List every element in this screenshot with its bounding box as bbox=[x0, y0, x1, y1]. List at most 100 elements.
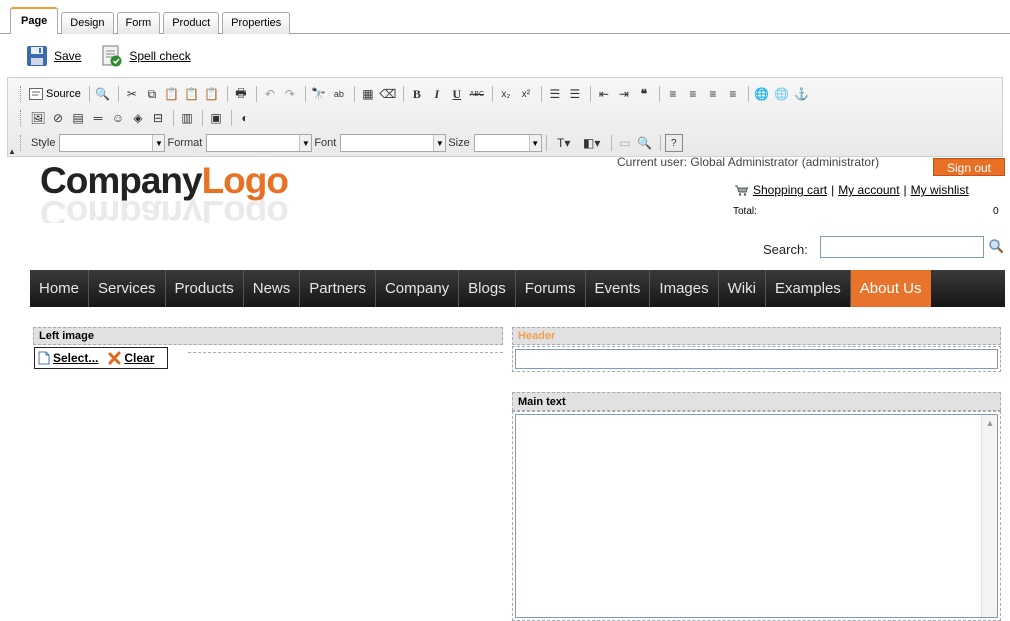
tab-product[interactable]: Product bbox=[163, 12, 220, 34]
select-image-button[interactable]: Select... bbox=[38, 351, 98, 365]
menu-item-events[interactable]: Events bbox=[586, 270, 651, 307]
editor-toolbar: Source 🔍 ✂ ⧉ 📋 📋 📋 🖶 ↶ ↷ 🔭 ab ▦ ⌫ B I U … bbox=[7, 77, 1003, 157]
my-account-link[interactable]: My account bbox=[838, 183, 899, 197]
table-icon[interactable]: ▤ bbox=[69, 109, 87, 127]
menu-item-news[interactable]: News bbox=[244, 270, 301, 307]
strikethrough-icon[interactable]: ABC bbox=[468, 85, 486, 103]
help-icon[interactable]: ? bbox=[664, 134, 683, 152]
menu-item-examples[interactable]: Examples bbox=[766, 270, 851, 307]
main-text-scrollbar[interactable]: ▲ bbox=[981, 415, 997, 617]
menu-item-about-us[interactable]: About Us bbox=[850, 270, 931, 307]
link-icon[interactable]: 🌐 bbox=[753, 85, 771, 103]
undo-icon[interactable]: ↶ bbox=[261, 85, 279, 103]
select-all-icon[interactable]: ▦ bbox=[359, 85, 377, 103]
replace-icon[interactable]: ab bbox=[330, 85, 348, 103]
sign-out-button[interactable]: Sign out bbox=[933, 158, 1005, 176]
toolbar-separator bbox=[610, 135, 612, 151]
blockquote-icon[interactable]: ❝ bbox=[635, 85, 653, 103]
format-dropdown[interactable]: ▼ bbox=[206, 134, 313, 152]
paste-icon[interactable]: 📋 bbox=[163, 85, 181, 103]
menu-item-services[interactable]: Services bbox=[89, 270, 166, 307]
anchor-icon[interactable]: ⚓ bbox=[793, 85, 811, 103]
collapse-toolbar-icon[interactable]: ▲ bbox=[8, 147, 16, 156]
clear-image-button[interactable]: Clear bbox=[108, 351, 154, 365]
source-label: Source bbox=[46, 88, 81, 100]
find-icon[interactable]: 🔭 bbox=[310, 85, 328, 103]
italic-icon[interactable]: I bbox=[428, 85, 446, 103]
underline-icon[interactable]: U bbox=[448, 85, 466, 103]
copy-icon[interactable]: ⧉ bbox=[143, 85, 161, 103]
image-icon[interactable]: 🖼 bbox=[29, 109, 47, 127]
print-icon[interactable]: 🖶 bbox=[232, 85, 250, 103]
smiley-icon[interactable]: ☺ bbox=[109, 109, 127, 127]
preview-icon[interactable]: 🔍 bbox=[94, 85, 112, 103]
redo-icon[interactable]: ↷ bbox=[281, 85, 299, 103]
cart-icon bbox=[735, 185, 748, 196]
search-icon[interactable] bbox=[988, 238, 1004, 254]
select-label: Select... bbox=[53, 351, 99, 365]
menu-item-home[interactable]: Home bbox=[30, 270, 90, 307]
horizontal-rule-icon[interactable]: ═ bbox=[89, 109, 107, 127]
menu-item-forums[interactable]: Forums bbox=[516, 270, 586, 307]
current-user-text: Current user: Global Administrator (admi… bbox=[617, 155, 880, 169]
menu-item-wiki[interactable]: Wiki bbox=[719, 270, 766, 307]
media-icon[interactable]: ◐ bbox=[236, 109, 254, 127]
special-char-icon[interactable]: ◈ bbox=[129, 109, 147, 127]
align-right-icon[interactable]: ≡ bbox=[704, 85, 722, 103]
bold-icon[interactable]: B bbox=[408, 85, 426, 103]
search-input[interactable] bbox=[820, 236, 984, 258]
company-logo[interactable]: CompanyLogo bbox=[40, 160, 289, 202]
unlink-icon[interactable]: 🌐 bbox=[773, 85, 791, 103]
superscript-icon[interactable]: x² bbox=[517, 85, 535, 103]
toolbar-separator bbox=[231, 110, 232, 126]
cut-icon[interactable]: ✂ bbox=[123, 85, 141, 103]
align-center-icon[interactable]: ≡ bbox=[684, 85, 702, 103]
main-text-area[interactable]: ▲ bbox=[515, 414, 998, 618]
bulleted-list-icon[interactable]: ☰ bbox=[566, 85, 584, 103]
tab-page[interactable]: Page bbox=[10, 7, 59, 34]
toolbar-separator bbox=[491, 86, 493, 102]
header-input[interactable] bbox=[515, 349, 998, 369]
size-dropdown[interactable]: ▼ bbox=[473, 134, 542, 152]
font-dropdown[interactable]: ▼ bbox=[340, 134, 447, 152]
tab-properties[interactable]: Properties bbox=[222, 12, 291, 34]
clear-label: Clear bbox=[124, 351, 155, 365]
numbered-list-icon[interactable]: ☰ bbox=[546, 85, 564, 103]
toolbar-separator bbox=[226, 86, 228, 102]
template-icon[interactable]: ▥ bbox=[178, 109, 196, 127]
tab-form[interactable]: Form bbox=[116, 12, 161, 34]
text-color-icon[interactable]: T▾ bbox=[551, 134, 577, 152]
widget-icon[interactable]: ▣ bbox=[207, 109, 225, 127]
tab-design[interactable]: Design bbox=[61, 12, 114, 34]
style-dropdown[interactable]: ▼ bbox=[59, 134, 166, 152]
source-button[interactable]: Source bbox=[29, 88, 81, 100]
subscript-icon[interactable]: x₂ bbox=[497, 85, 515, 103]
maximize-icon[interactable]: ▭ bbox=[616, 134, 634, 152]
indent-icon[interactable]: ⇥ bbox=[615, 85, 633, 103]
menu-item-products[interactable]: Products bbox=[166, 270, 244, 307]
paste-word-icon[interactable]: 📋 bbox=[203, 85, 221, 103]
toolbar-separator bbox=[589, 86, 591, 102]
menu-item-company[interactable]: Company bbox=[376, 270, 460, 307]
outdent-icon[interactable]: ⇤ bbox=[595, 85, 613, 103]
align-left-icon[interactable]: ≡ bbox=[664, 85, 682, 103]
save-button[interactable]: Save bbox=[26, 45, 81, 67]
menu-item-images[interactable]: Images bbox=[650, 270, 719, 307]
show-blocks-icon[interactable]: 🔍 bbox=[636, 134, 654, 152]
shopping-cart-link[interactable]: Shopping cart bbox=[753, 183, 827, 197]
background-color-icon[interactable]: ◧▾ bbox=[579, 134, 605, 152]
my-wishlist-link[interactable]: My wishlist bbox=[911, 183, 969, 197]
remove-format-icon[interactable]: ⌫ bbox=[379, 85, 397, 103]
flash-icon[interactable]: ⊘ bbox=[49, 109, 67, 127]
page-break-icon[interactable]: ⊟ bbox=[149, 109, 167, 127]
spell-check-button[interactable]: Spell check bbox=[101, 45, 191, 67]
toolbar-separator bbox=[658, 86, 660, 102]
action-bar: Save Spell check bbox=[26, 45, 211, 67]
menu-item-partners[interactable]: Partners bbox=[300, 270, 376, 307]
menu-item-blogs[interactable]: Blogs bbox=[459, 270, 516, 307]
toolbar-separator bbox=[304, 86, 306, 102]
align-justify-icon[interactable]: ≡ bbox=[724, 85, 742, 103]
scroll-up-icon[interactable]: ▲ bbox=[982, 415, 998, 431]
header-region-title: Header bbox=[512, 327, 1001, 345]
paste-text-icon[interactable]: 📋 bbox=[183, 85, 201, 103]
